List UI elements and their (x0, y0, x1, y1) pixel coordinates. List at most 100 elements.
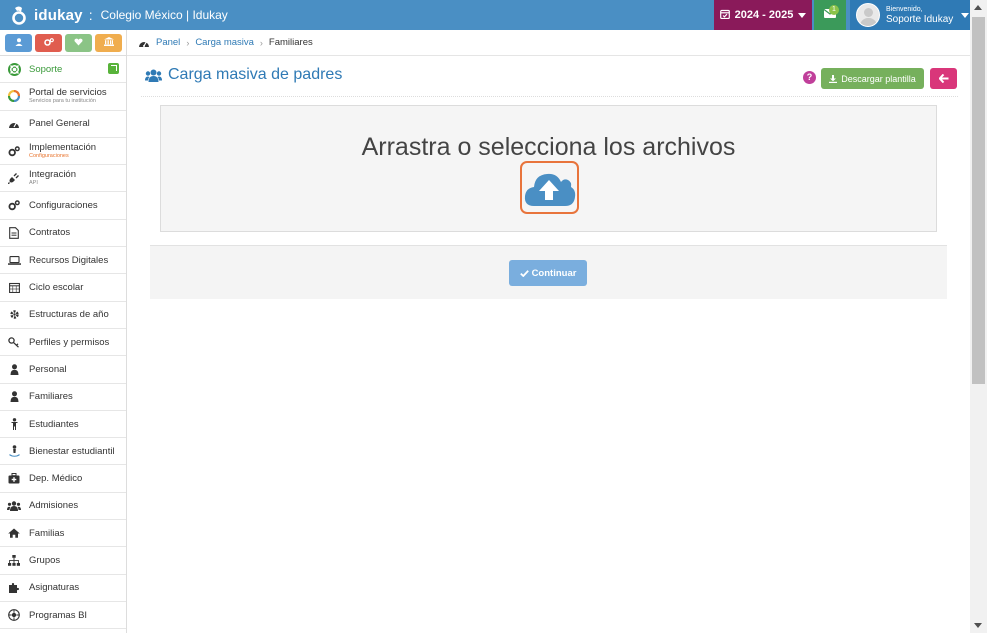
cogs-icon (43, 37, 54, 49)
sidebar-item-configuraciones[interactable]: Configuraciones (0, 192, 126, 220)
page-title: Carga masiva de padres (145, 66, 342, 84)
arrow-left-icon (938, 74, 949, 83)
laptop-icon (7, 253, 21, 267)
sidebar-item-text: Estudiantes (29, 419, 79, 430)
sidebar-item-text: Ciclo escolar (29, 282, 83, 293)
idukay-logo-icon (10, 5, 28, 25)
file-dropzone[interactable]: Arrastra o selecciona los archivos (160, 105, 937, 232)
sidebar-item-text: Implementación Configuraciones (29, 143, 96, 160)
sidebar-item-programas-bi[interactable]: Programas BI (0, 602, 126, 630)
sidebar-item-personal[interactable]: Personal (0, 356, 126, 384)
user-icon (15, 37, 23, 49)
user-name: Soporte Idukay (886, 13, 954, 25)
sidebar-item-label: Dep. Médico (29, 473, 83, 485)
help-icon[interactable]: ? (803, 71, 816, 84)
sidebar-item-text: Grupos (29, 555, 60, 566)
medkit-icon (7, 472, 21, 486)
action-bar: Continuar (150, 245, 947, 299)
sidebar-item-ciclo-escolar[interactable]: Ciclo escolar (0, 274, 126, 302)
sidebar-item-sublabel: Servicios para tu institución (29, 98, 96, 105)
sidebar-item-familiares[interactable]: Familiares (0, 384, 126, 411)
page-scrollbar[interactable] (970, 0, 987, 633)
sidebar-item-text: Perfiles y permisos (29, 337, 109, 348)
scroll-down-icon[interactable] (974, 623, 982, 628)
sidebar-item-label: Personal (29, 363, 67, 375)
upload-button[interactable] (520, 161, 579, 214)
sidebar: Soporte Portal de servicios Servicios par… (0, 30, 127, 633)
download-icon (829, 74, 838, 83)
file-icon (7, 226, 21, 240)
sidebar-item-text: Estructuras de año (29, 309, 109, 320)
sidebar-item-text: Portal de servicios Servicios para tu ins… (29, 88, 107, 105)
quick-button-settings[interactable] (35, 33, 62, 52)
user-icon (7, 390, 21, 404)
sidebar-item-estructuras-de-año[interactable]: Estructuras de año (0, 302, 126, 329)
scroll-up-icon[interactable] (974, 5, 982, 10)
institution-icon (103, 36, 114, 49)
school-year-selector[interactable]: 2024 - 2025 (714, 0, 812, 30)
sidebar-item-label: Programas BI (29, 609, 88, 621)
sidebar-item-portal-de-servicios[interactable]: Portal de servicios Servicios para tu ins… (0, 83, 126, 111)
sidebar-item-label: Estudiantes (29, 418, 79, 430)
dashboard-icon (7, 117, 21, 131)
sidebar-item-label: Familiares (29, 391, 73, 403)
sidebar-item-estudiantes[interactable]: Estudiantes (0, 411, 126, 439)
avatar (856, 3, 880, 27)
page-title-text: Carga masiva de padres (168, 66, 343, 83)
sidebar-item-recursos-digitales[interactable]: Recursos Digitales (0, 247, 126, 275)
sidebar-item-text: Dep. Médico (29, 473, 82, 484)
messages-button[interactable]: 1 (814, 0, 846, 30)
sidebar-item-support[interactable]: Soporte (0, 56, 126, 84)
sidebar-item-label: Perfiles y permisos (29, 336, 110, 348)
heart-icon (74, 37, 83, 49)
sidebar-item-sublabel: Configuraciones (29, 153, 69, 160)
sidebar-item-perfiles-y-permisos[interactable]: Perfiles y permisos (0, 329, 126, 357)
user-greeting: Bienvenido, Soporte Idukay (886, 6, 953, 25)
messages-count-badge: 1 (829, 5, 839, 15)
sidebar-item-integración[interactable]: Integración API (0, 165, 126, 193)
user-icon (7, 362, 21, 376)
sidebar-item-admisiones[interactable]: Admisiones (0, 493, 126, 521)
breadcrumb-carga-masiva[interactable]: Carga masiva (195, 37, 254, 48)
quick-button-user[interactable] (5, 33, 32, 52)
breadcrumb-current: Familiares (268, 37, 313, 48)
sidebar-item-text: Contratos (29, 227, 70, 238)
continue-button[interactable]: Continuar (509, 260, 587, 286)
user-menu[interactable]: Bienvenido, Soporte Idukay (850, 0, 970, 30)
home-icon (7, 526, 21, 540)
external-link-icon[interactable] (108, 63, 119, 74)
check-icon (519, 269, 529, 277)
sidebar-item-implementación[interactable]: Implementación Configuraciones (0, 138, 126, 166)
gear-icon (7, 308, 21, 322)
sidebar-item-dep-médico[interactable]: Dep. Médico (0, 465, 126, 493)
quick-button-wellbeing[interactable] (65, 33, 92, 52)
topbar-right: 2024 - 2025 1 Bienvenido, Soporte Idukay (714, 0, 970, 30)
breadcrumb-separator: › (186, 37, 190, 48)
sidebar-item-familias[interactable]: Familias (0, 520, 126, 548)
sidebar-item-grupos[interactable]: Grupos (0, 547, 126, 575)
sidebar-item-asignaturas[interactable]: Asignaturas (0, 575, 126, 602)
sidebar-item-label: Familias (29, 527, 65, 539)
app-logo[interactable]: idukay : (10, 5, 101, 25)
sidebar-item-panel-general[interactable]: Panel General (0, 111, 126, 138)
breadcrumb-panel[interactable]: Panel (156, 37, 180, 48)
download-template-button[interactable]: Descargar plantilla (821, 68, 924, 89)
logo-separator: : (88, 7, 93, 23)
sidebar-item-label: Configuraciones (29, 200, 98, 212)
school-year-label: 2024 - 2025 (734, 9, 794, 21)
logo-text: idukay (34, 6, 83, 24)
lifebuoy-icon (7, 62, 21, 76)
back-button[interactable] (930, 68, 957, 89)
quick-button-institution[interactable] (95, 33, 122, 52)
cogs-icon (7, 144, 21, 158)
sidebar-item-bienestar-estudiantil[interactable]: Bienestar estudiantil (0, 438, 126, 466)
cogs-icon (7, 199, 21, 213)
download-template-label: Descargar plantilla (841, 73, 916, 84)
sidebar-menu: Portal de servicios Servicios para tu ins… (0, 83, 126, 630)
scrollbar-thumb[interactable] (972, 17, 985, 384)
sidebar-item-contratos[interactable]: Contratos (0, 220, 126, 248)
sidebar-item-text: Integración API (29, 170, 76, 187)
calendar-check-icon (719, 9, 730, 22)
sidebar-item-label: Asignaturas (29, 582, 80, 594)
header-divider (141, 96, 958, 97)
